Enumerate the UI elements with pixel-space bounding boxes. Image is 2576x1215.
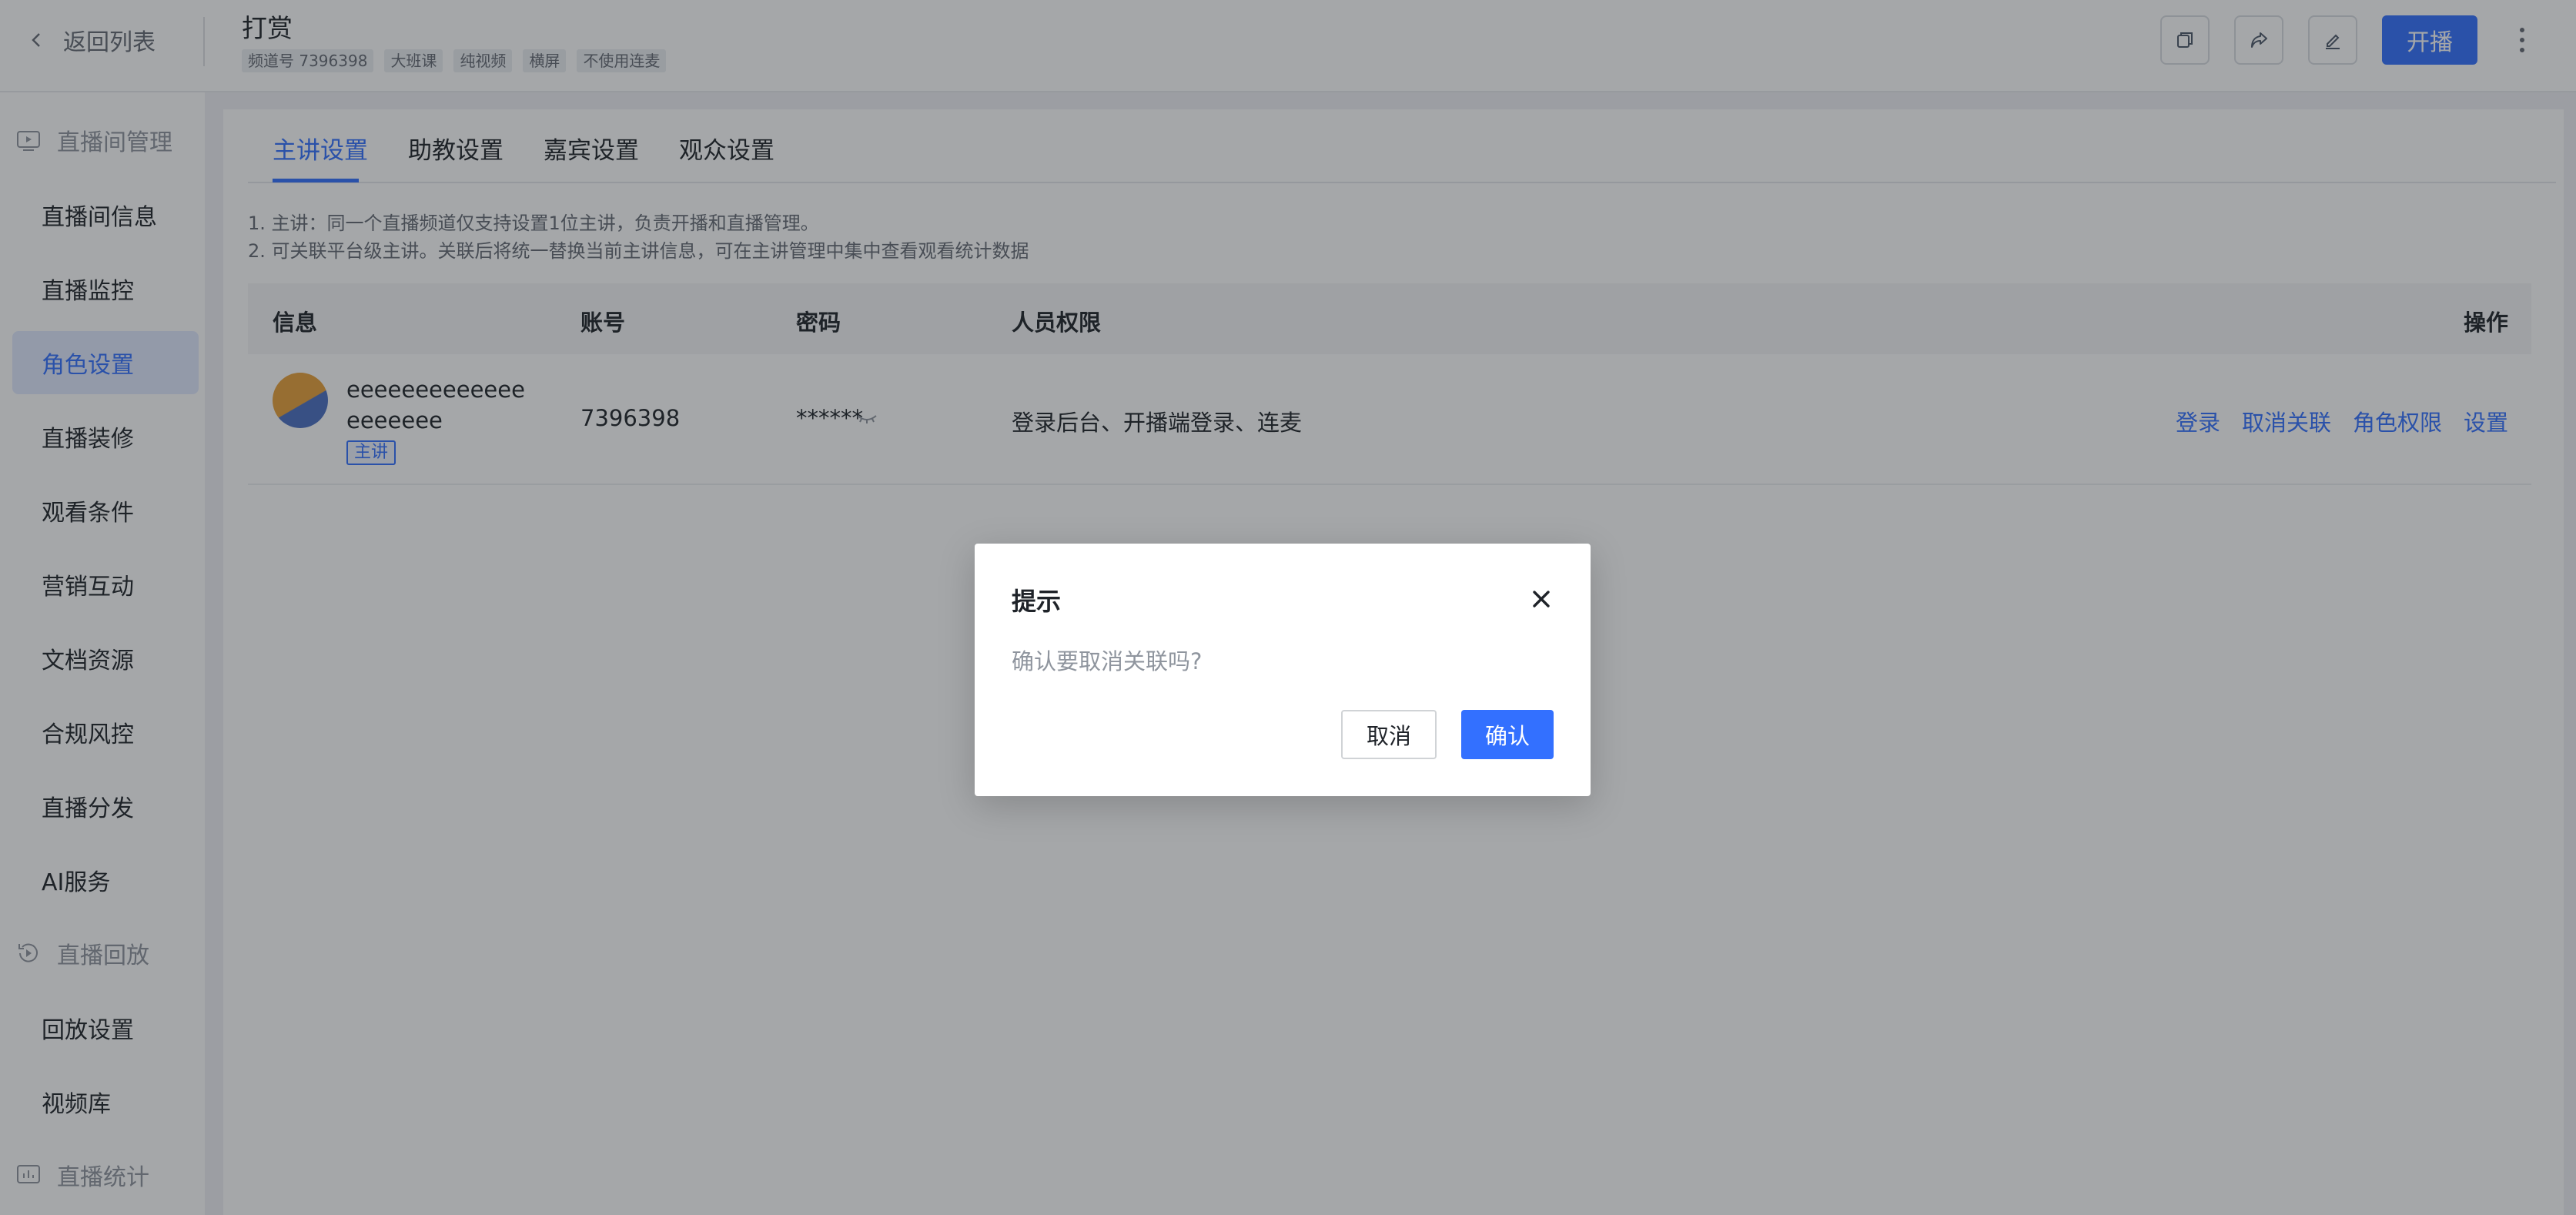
confirm-button[interactable]: 确认 bbox=[1461, 710, 1554, 759]
close-button[interactable] bbox=[1527, 585, 1555, 613]
dialog-message: 确认要取消关联吗? bbox=[1012, 648, 1203, 674]
cancel-button[interactable]: 取消 bbox=[1341, 710, 1437, 759]
dialog-title: 提示 bbox=[1012, 587, 1062, 616]
close-icon bbox=[1533, 591, 1550, 608]
confirm-dialog: 提示 确认要取消关联吗? 取消 确认 bbox=[975, 544, 1591, 796]
